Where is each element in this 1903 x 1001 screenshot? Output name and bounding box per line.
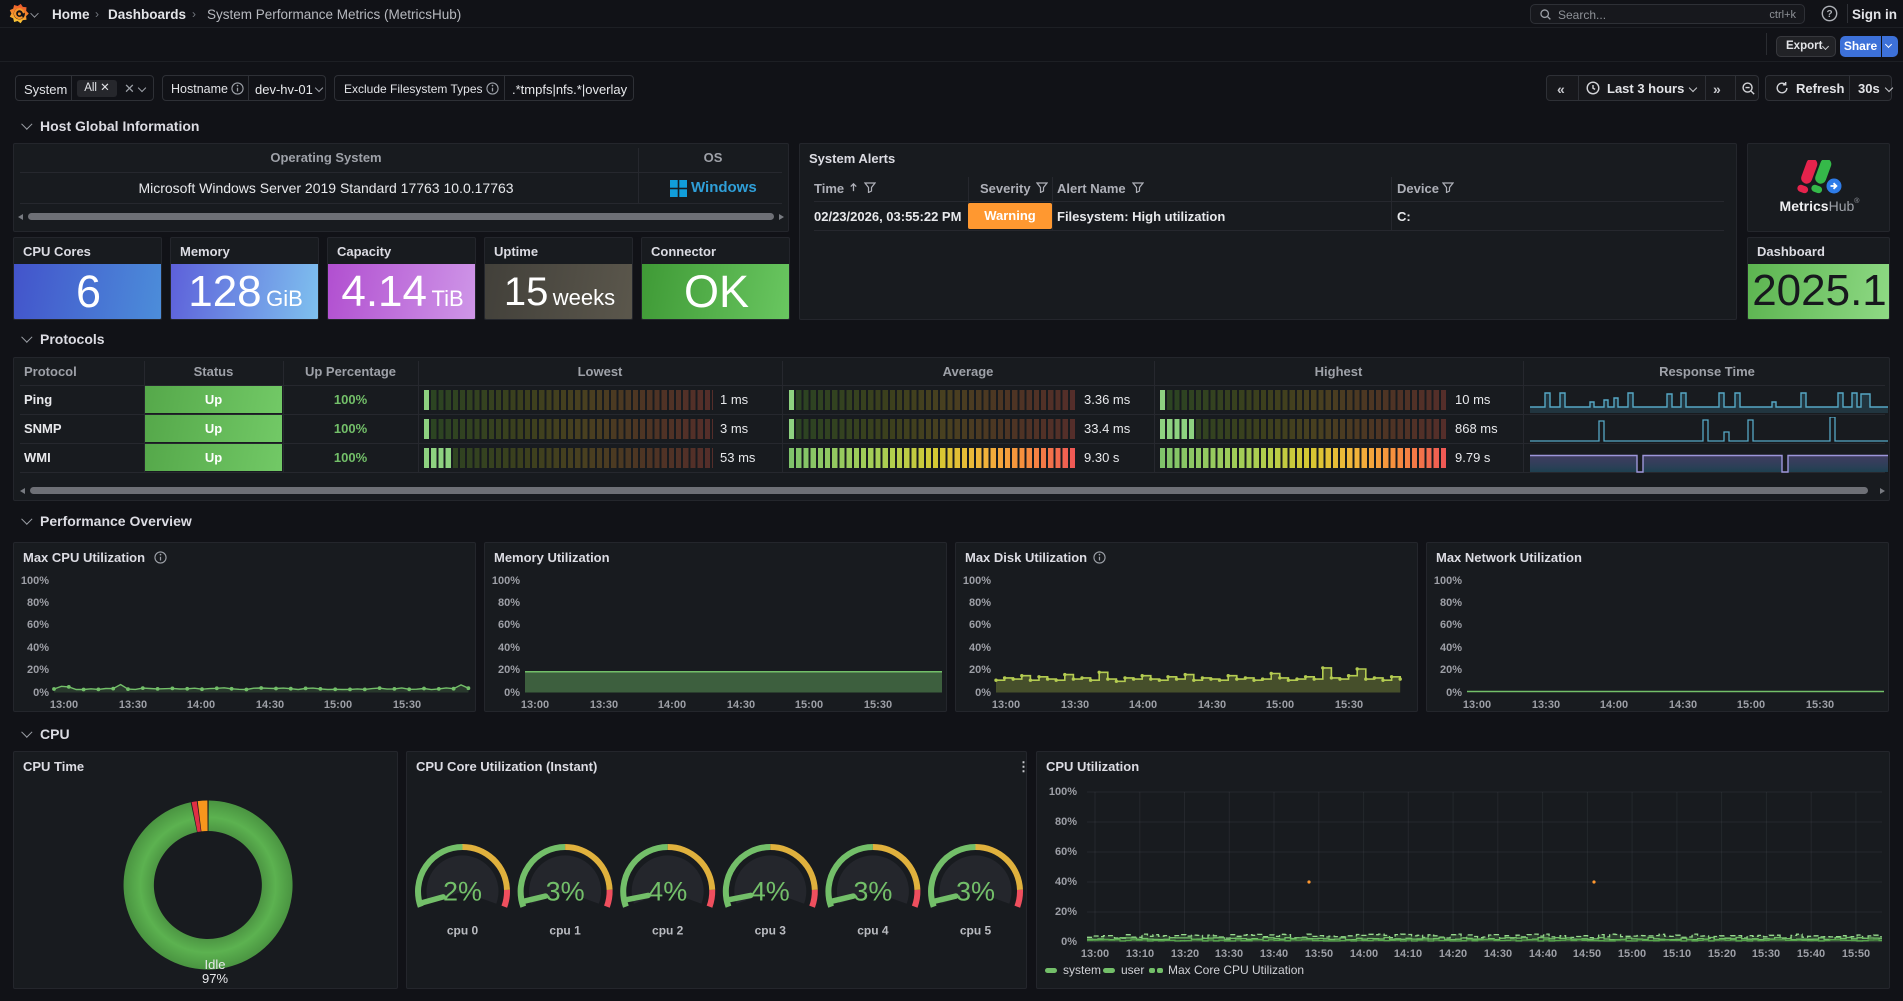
svg-text:cpu 0: cpu 0	[447, 924, 479, 938]
svg-text:cpu 4: cpu 4	[857, 924, 889, 938]
svg-text:3%: 3%	[546, 877, 585, 907]
svg-text:2%: 2%	[443, 877, 482, 907]
svg-text:cpu 2: cpu 2	[652, 924, 684, 938]
svg-text:cpu 1: cpu 1	[549, 924, 581, 938]
svg-text:4%: 4%	[751, 877, 790, 907]
svg-text:3%: 3%	[853, 877, 892, 907]
svg-text:3%: 3%	[956, 877, 995, 907]
svg-text:?: ?	[1826, 9, 1832, 20]
svg-text:4%: 4%	[648, 877, 687, 907]
svg-text:cpu 5: cpu 5	[960, 924, 992, 938]
svg-text:cpu 3: cpu 3	[755, 924, 787, 938]
